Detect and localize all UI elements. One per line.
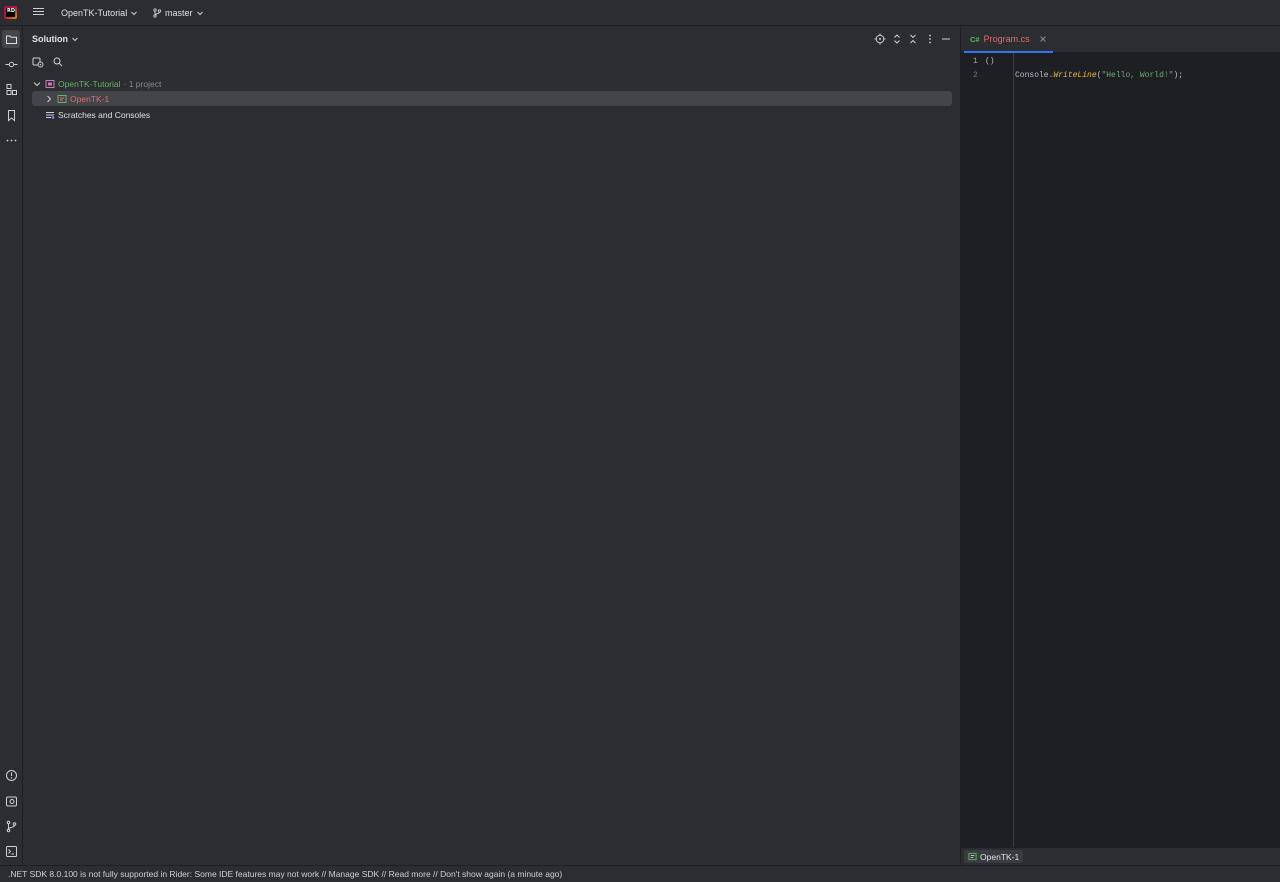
project-count: · 1 project [123, 78, 162, 89]
editor-breadcrumb-bar: OpenTK-1 [961, 847, 1280, 865]
panel-title: Solution [32, 34, 68, 44]
services-icon[interactable] [2, 792, 20, 810]
branch-icon [153, 8, 162, 18]
chevron-right-icon[interactable] [44, 94, 54, 104]
code-string: "Hello, World!" [1101, 71, 1174, 80]
status-bar: .NET SDK 8.0.100 is not fully supported … [0, 865, 1280, 882]
structure-icon[interactable] [2, 80, 20, 98]
more-icon[interactable] [2, 131, 20, 149]
locate-icon[interactable] [874, 33, 886, 45]
breadcrumb-label: OpenTK-1 [980, 851, 1020, 862]
solution-dropdown[interactable]: Solution [32, 34, 79, 44]
breadcrumb[interactable]: OpenTK-1 [964, 850, 1024, 863]
show-files-icon[interactable] [32, 56, 44, 68]
title-bar: RD OpenTK-Tutorial master [0, 0, 1280, 26]
tree-item-scratches[interactable]: Scratches and Consoles [32, 107, 150, 122]
problems-icon[interactable] [2, 766, 20, 784]
project-name: OpenTK-Tutorial [61, 8, 128, 18]
tab-program-cs[interactable]: C# Program.cs [964, 27, 1053, 53]
code-editor: C# Program.cs 1 2 () Console.WriteLine("… [960, 27, 1280, 865]
tree-item-solution[interactable]: OpenTK-Tutorial · 1 project [32, 76, 161, 91]
solution-label: OpenTK-Tutorial [58, 78, 121, 89]
panel-header: Solution [24, 27, 959, 53]
bookmark-icon[interactable] [2, 106, 20, 124]
expand-all-icon[interactable] [891, 33, 903, 45]
editor-tab-bar: C# Program.cs [961, 27, 1280, 53]
main-menu-icon[interactable] [32, 6, 45, 19]
line-number: 2 [973, 71, 978, 80]
project-icon [57, 94, 67, 103]
chevron-down-icon [72, 37, 78, 42]
code-method: WriteLine [1053, 71, 1097, 80]
folder-icon[interactable] [2, 30, 20, 48]
line-gutter: 1 2 [961, 53, 1014, 847]
csharp-file-icon: C# [970, 34, 980, 44]
project-icon [968, 852, 977, 861]
code-class: Console [1015, 71, 1049, 80]
left-tool-stripe [0, 27, 23, 865]
scratches-label: Scratches and Consoles [58, 109, 151, 120]
terminal-icon[interactable] [2, 842, 20, 860]
branch-name: master [165, 8, 193, 18]
tree-item-project[interactable]: OpenTK-1 [32, 91, 952, 106]
solution-explorer: Solution OpenTK-Tutorial · 1 project Ope… [24, 27, 959, 865]
project-selector[interactable]: OpenTK-Tutorial [61, 7, 138, 19]
tab-filename: Program.cs [983, 34, 1030, 44]
minimize-icon[interactable] [940, 33, 952, 45]
code-line-2[interactable]: Console.WriteLine("Hello, World!"); [1015, 71, 1183, 80]
branch-selector[interactable]: master [152, 7, 204, 19]
panel-toolbar [24, 55, 959, 71]
search-icon[interactable] [52, 56, 64, 68]
status-message[interactable]: .NET SDK 8.0.100 is not fully supported … [8, 869, 562, 879]
close-icon[interactable] [1039, 35, 1047, 43]
git-icon[interactable] [2, 817, 20, 835]
scratches-icon [46, 111, 55, 119]
code-close: ); [1173, 71, 1184, 80]
rider-logo-icon: RD [4, 6, 17, 19]
chevron-down-icon [131, 11, 138, 16]
project-label: OpenTK-1 [70, 93, 110, 104]
chevron-down-icon[interactable] [32, 79, 42, 89]
collapse-all-icon[interactable] [907, 33, 919, 45]
line-number: 1 [973, 57, 978, 66]
code-line-1[interactable]: () [985, 57, 995, 66]
solution-icon [45, 79, 55, 88]
commit-icon[interactable] [2, 55, 20, 73]
options-icon[interactable] [924, 33, 936, 45]
chevron-down-icon [196, 11, 203, 16]
